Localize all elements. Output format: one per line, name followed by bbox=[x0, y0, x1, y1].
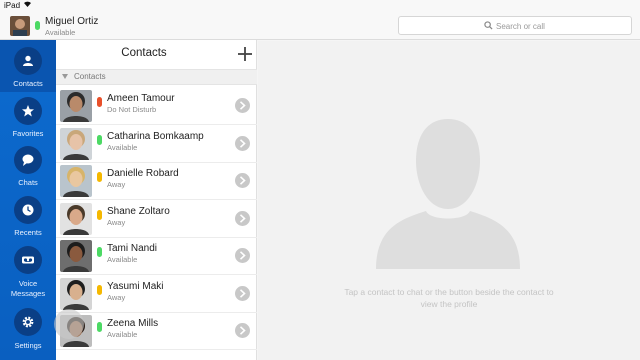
chevron-right-icon bbox=[239, 288, 246, 298]
contact-row[interactable]: Shane Zoltaro Away bbox=[56, 200, 257, 238]
contact-status: Away bbox=[107, 217, 126, 227]
contact-details-button[interactable] bbox=[235, 323, 250, 338]
contacts-panel: Contacts Contacts Ameen Tamour Do Not Dis… bbox=[56, 40, 257, 360]
contact-photo bbox=[60, 127, 92, 160]
contact-row[interactable]: Zeena Mills Available bbox=[56, 312, 257, 350]
clock-icon bbox=[14, 196, 42, 224]
presence-indicator bbox=[97, 134, 102, 145]
contact-status: Available bbox=[107, 255, 138, 264]
chevron-right-icon bbox=[239, 326, 246, 335]
contact-status: Do Not Disturb bbox=[107, 105, 157, 114]
plus-icon bbox=[238, 47, 252, 61]
contact-row[interactable]: Yasumi Maki Away bbox=[56, 275, 257, 313]
contact-row[interactable]: Ameen Tamour Do Not Disturb bbox=[56, 87, 257, 125]
nav-label-chats: Chats bbox=[18, 178, 38, 187]
contact-status: Away bbox=[107, 292, 126, 302]
presence-indicator bbox=[97, 172, 102, 182]
profile-placeholder-pane: Tap a contact to chat or the button besi… bbox=[258, 41, 640, 360]
contact-name: Yasumi Maki bbox=[107, 280, 164, 292]
presence-indicator bbox=[97, 322, 102, 332]
presence-indicator bbox=[97, 97, 102, 107]
nav-label-voice: Voice bbox=[18, 279, 38, 288]
my-status[interactable]: Available bbox=[45, 28, 75, 37]
wifi-icon bbox=[23, 0, 32, 10]
contact-details-button[interactable] bbox=[235, 248, 250, 263]
status-bar: iPad bbox=[0, 0, 640, 12]
contact-row[interactable]: Danielle Robard Away bbox=[56, 162, 257, 200]
presence-indicator bbox=[97, 209, 102, 220]
star-icon bbox=[14, 97, 42, 125]
nav-item-voice-messages[interactable]: Voice Messages bbox=[0, 244, 56, 300]
my-name[interactable]: Miguel Ortiz bbox=[45, 16, 98, 27]
contact-name: Catharina Bomkaamp bbox=[107, 130, 204, 142]
contact-photo bbox=[60, 277, 92, 310]
nav-label-settings: Settings bbox=[14, 341, 42, 350]
contact-status: Away bbox=[107, 180, 126, 189]
contact-name: Danielle Robard bbox=[107, 168, 179, 179]
jabber-app: iPad Miguel Ortiz Available Search or ca… bbox=[0, 0, 640, 360]
contact-details-button[interactable] bbox=[235, 210, 250, 226]
contact-name: Tami Nandi bbox=[107, 243, 158, 254]
presence-indicator bbox=[97, 247, 102, 257]
contact-details-button[interactable] bbox=[235, 173, 250, 188]
contact-details-button[interactable] bbox=[235, 285, 250, 301]
contact-photo bbox=[60, 90, 92, 122]
contact-status: Available bbox=[107, 330, 138, 339]
contacts-group-label: Contacts bbox=[74, 72, 106, 81]
person-silhouette-icon bbox=[376, 119, 520, 269]
nav-item-recents[interactable]: Recents bbox=[0, 194, 56, 240]
chevron-right-icon bbox=[239, 213, 246, 223]
contacts-header: Contacts bbox=[56, 40, 257, 68]
chat-bubble-icon bbox=[14, 146, 42, 174]
contact-row[interactable]: Tami Nandi Available bbox=[56, 237, 257, 275]
contact-name: Ameen Tamour bbox=[107, 93, 175, 104]
chevron-right-icon bbox=[239, 251, 246, 260]
search-icon bbox=[484, 21, 493, 30]
my-avatar[interactable] bbox=[10, 16, 30, 36]
contact-row[interactable]: Catharina Bomkaamp Available bbox=[56, 125, 257, 163]
contact-photo bbox=[60, 165, 92, 197]
chevron-right-icon bbox=[239, 138, 246, 148]
chevron-right-icon bbox=[239, 176, 246, 185]
contact-photo bbox=[60, 240, 92, 272]
nav-label-recents: Recents bbox=[14, 228, 42, 237]
contact-status: Available bbox=[107, 142, 138, 152]
nav-item-settings[interactable]: Settings bbox=[0, 307, 56, 353]
add-contact-button[interactable] bbox=[234, 43, 256, 65]
presence-indicator bbox=[97, 284, 102, 295]
nav-label-messages: Messages bbox=[10, 289, 46, 298]
voicemail-icon bbox=[14, 246, 42, 274]
contact-details-button[interactable] bbox=[235, 135, 250, 151]
nav-item-favorites[interactable]: Favorites bbox=[0, 95, 56, 141]
chevron-right-icon bbox=[239, 101, 246, 110]
contacts-group-header[interactable]: Contacts bbox=[56, 69, 257, 85]
contact-name: Zeena Mills bbox=[107, 318, 159, 329]
person-icon bbox=[14, 47, 42, 75]
nav-item-chats[interactable]: Chats bbox=[0, 144, 56, 190]
contact-details-button[interactable] bbox=[235, 98, 250, 113]
collapse-triangle-icon bbox=[62, 74, 68, 79]
contacts-title: Contacts bbox=[121, 47, 167, 59]
detail-hint-text: Tap a contact to chat or the button besi… bbox=[344, 287, 554, 309]
touch-indicator bbox=[54, 309, 84, 339]
contact-photo bbox=[60, 202, 92, 235]
contact-name: Shane Zoltaro bbox=[107, 205, 170, 217]
search-input[interactable] bbox=[496, 20, 616, 32]
nav-label-contacts: Contacts bbox=[13, 79, 43, 88]
my-presence-indicator bbox=[35, 21, 40, 30]
nav-rail: Contacts Favorites Chats Recents Voice M… bbox=[0, 40, 56, 360]
device-label: iPad bbox=[4, 1, 21, 10]
gear-icon bbox=[14, 308, 42, 336]
nav-item-contacts[interactable]: Contacts bbox=[0, 40, 56, 92]
header-bar: Miguel Ortiz Available bbox=[0, 12, 640, 40]
search-box[interactable] bbox=[398, 16, 632, 35]
nav-label-favorites: Favorites bbox=[12, 129, 44, 138]
